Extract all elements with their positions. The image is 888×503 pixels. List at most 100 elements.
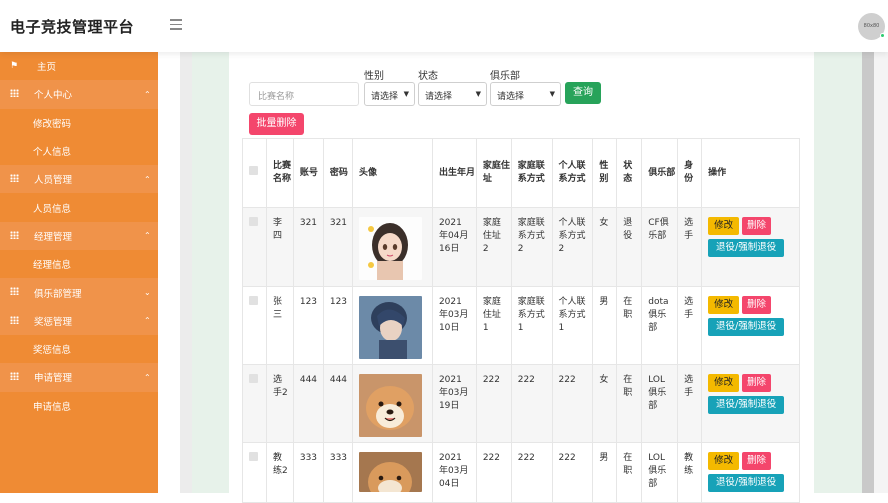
cell-club: LOL俱乐部 [641,364,679,443]
cell-address: 家庭住址2 [475,207,512,287]
edit-button[interactable]: 修改 [708,374,740,392]
table-row: 张三 123 123 2021年03月10日 家庭住址1 家庭联系方式1 个人联… [242,286,800,365]
sidebar-item-personal-center[interactable]: 个人中心 ⌃ [0,80,158,109]
col-header-birth: 出生年月 [431,138,477,208]
status-select[interactable]: 请选择 ▼ [418,82,487,106]
table-row: 选手2 444 444 2021年03月19日 222 222 222 女 在职 [242,364,800,443]
row-checkbox-cell[interactable] [242,364,267,443]
delete-button[interactable]: 删除 [742,217,771,235]
cell-actions: 修改 删除 退役/强制退役 [701,207,800,287]
cell-status: 在职 [616,286,643,365]
grid-icon [10,89,19,98]
delete-button[interactable]: 删除 [742,296,771,314]
cell-status: 在职 [616,442,643,503]
cell-personal-contact: 222 [551,442,594,503]
cell-family-contact: 家庭联系方式1 [510,286,553,365]
sidebar-item-reward-info[interactable]: 奖惩信息 [0,334,158,364]
sidebar-item-label: 奖惩信息 [33,345,72,357]
top-header: 电子竞技管理平台 80x80 [0,0,888,52]
delete-button[interactable]: 删除 [742,374,771,392]
cell-name: 教练2 [265,442,294,503]
sidebar-item-manager-info[interactable]: 经理信息 [0,250,158,279]
sidebar-item-reward-management[interactable]: 奖惩管理 ⌃ [0,306,158,335]
gender-select[interactable]: 请选择 ▼ [364,82,415,106]
retire-button[interactable]: 退役/强制退役 [708,318,785,336]
sidebar-item-change-password[interactable]: 修改密码 [0,108,158,137]
cell-family-contact: 222 [510,364,553,443]
col-header-address: 家庭住址 [475,138,512,208]
app-title: 电子竞技管理平台 [10,18,135,36]
club-filter-label: 俱乐部 [490,71,520,82]
delete-button[interactable]: 删除 [742,452,771,470]
sidebar-item-manager-management[interactable]: 经理管理 ⌃ [0,221,158,251]
col-header-actions: 操作 [701,138,800,208]
table-row: 李四 321 321 2021年04月16日 家庭住址2 家庭联系方式2 个人联… [242,207,800,287]
cell-password: 123 [322,286,354,365]
edit-button[interactable]: 修改 [708,217,740,235]
row-checkbox-cell[interactable] [242,207,267,287]
cell-account: 123 [292,286,324,365]
cell-status: 在职 [616,364,643,443]
status-filter-label: 状态 [418,71,438,82]
sidebar-item-application-info[interactable]: 申请信息 [0,391,158,420]
status-select-value: 请选择 [425,92,453,102]
cell-gender: 男 [592,442,618,503]
sidebar-item-home[interactable]: ⚑ 主页 [0,52,158,80]
match-name-input[interactable]: 比赛名称 [249,82,359,106]
cell-account: 444 [292,364,324,443]
cell-personal-contact: 222 [551,364,594,443]
sidebar-item-label: 俱乐部管理 [34,288,82,300]
col-header-club: 俱乐部 [641,138,679,208]
cell-name: 选手2 [265,364,294,443]
retire-button[interactable]: 退役/强制退役 [708,239,785,257]
cell-birth: 2021年03月04日 [431,442,477,503]
caret-up-icon: ⌃ [144,174,151,184]
vertical-scrollbar[interactable] [862,52,874,493]
club-select[interactable]: 请选择 ▼ [490,82,561,106]
caret-up-icon: ⌃ [144,372,151,382]
sidebar-item-label: 个人信息 [33,147,72,159]
sidebar-item-staff-info[interactable]: 人员信息 [0,193,158,222]
user-avatar[interactable]: 80x80 [858,13,885,40]
row-checkbox-cell[interactable] [242,286,267,365]
gender-filter-label: 性别 [364,71,384,82]
sidebar-item-label: 主页 [37,62,57,74]
sidebar-item-label: 申请信息 [33,401,72,413]
avatar-text: 80x80 [863,23,880,29]
edit-button[interactable]: 修改 [708,452,740,470]
cell-gender: 男 [592,286,618,365]
sidebar-item-club-management[interactable]: 俱乐部管理 ⌄ [0,278,158,307]
grid-icon [10,230,19,239]
grid-icon [10,174,19,183]
select-all-checkbox[interactable] [249,166,258,175]
cell-gender: 女 [592,364,618,443]
row-checkbox-cell[interactable] [242,442,267,503]
cell-actions: 修改 删除 退役/强制退役 [701,364,800,443]
col-header-account: 账号 [292,138,324,208]
row-checkbox[interactable] [249,217,258,226]
cell-account: 321 [292,207,324,287]
select-all-checkbox-cell[interactable] [242,138,267,208]
sidebar-item-staff-management[interactable]: 人员管理 ⌃ [0,165,158,194]
cell-birth: 2021年04月16日 [431,207,477,287]
row-checkbox[interactable] [249,374,258,383]
sidebar: ⚑ 主页 个人中心 ⌃ 修改密码 个人信息 人员管理 ⌃ 人员信息 经理管理 ⌃… [0,52,158,493]
content-gutter-shade [180,52,192,493]
retire-button[interactable]: 退役/强制退役 [708,396,785,414]
cell-address: 家庭住址1 [475,286,512,365]
cell-family-contact: 222 [510,442,553,503]
col-header-identity: 身份 [677,138,703,208]
sidebar-item-label: 经理信息 [33,260,72,272]
cell-status: 退役 [616,207,643,287]
menu-toggle-icon[interactable] [170,19,182,30]
row-checkbox[interactable] [249,452,258,461]
bulk-delete-button[interactable]: 批量删除 [249,113,304,135]
sidebar-item-personal-info[interactable]: 个人信息 [0,136,158,166]
row-checkbox[interactable] [249,296,258,305]
sidebar-item-application-management[interactable]: 申请管理 ⌃ [0,363,158,392]
edit-button[interactable]: 修改 [708,296,740,314]
cell-actions: 修改 删除 退役/强制退役 [701,286,800,365]
retire-button[interactable]: 退役/强制退役 [708,474,785,492]
sidebar-item-label: 经理管理 [34,231,73,243]
query-button[interactable]: 查询 [565,82,601,104]
